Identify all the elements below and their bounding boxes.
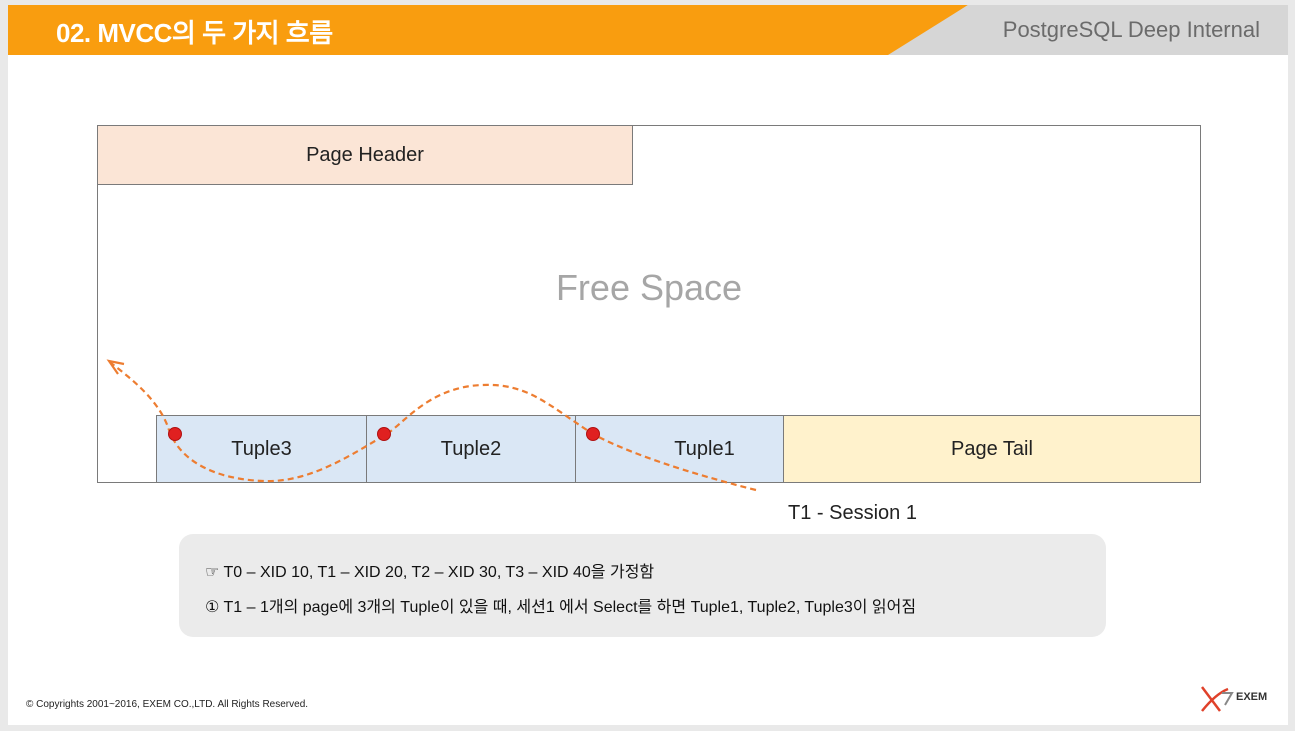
tuple1-block: Tuple1 bbox=[575, 415, 784, 483]
note-line-2: ① T1 – 1개의 page에 3개의 Tuple이 있을 때, 세션1 에서… bbox=[205, 599, 917, 616]
tuple2-block: Tuple2 bbox=[366, 415, 576, 483]
note-line-1: ☞ T0 – XID 10, T1 – XID 20, T2 – XID 30,… bbox=[205, 564, 655, 581]
logo-text: EXEM bbox=[1236, 691, 1268, 703]
session-label: T1 - Session 1 bbox=[788, 502, 917, 524]
slide: 02. MVCC의 두 가지 흐름 PostgreSQL Deep Intern… bbox=[8, 5, 1288, 725]
copyright-text: © Copyrights 2001~2016, EXEM CO.,LTD. Al… bbox=[26, 699, 309, 710]
note-box: ☞ T0 – XID 10, T1 – XID 20, T2 – XID 30,… bbox=[179, 534, 1106, 637]
tuple3-block: Tuple3 bbox=[156, 415, 367, 483]
free-space-label: Free Space bbox=[555, 267, 743, 308]
exem-logo-icon bbox=[1201, 686, 1234, 712]
page-tail-block: Page Tail bbox=[783, 415, 1201, 483]
page-header-block: Page Header bbox=[97, 125, 633, 185]
brand-title: PostgreSQL Deep Internal bbox=[1002, 17, 1260, 42]
exem-logo: EXEM bbox=[1198, 681, 1278, 715]
slide-title: 02. MVCC의 두 가지 흐름 bbox=[56, 18, 333, 48]
